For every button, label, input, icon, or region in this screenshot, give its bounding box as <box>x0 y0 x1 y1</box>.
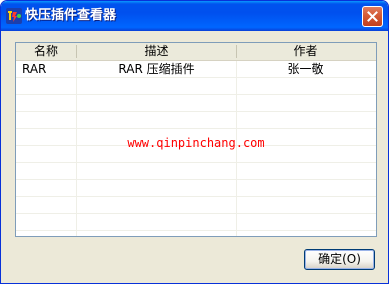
cell-name: RAR <box>22 62 47 76</box>
empty-row <box>16 78 376 95</box>
empty-row <box>16 214 376 231</box>
cell-author: 张一敬 <box>287 62 324 76</box>
close-button[interactable] <box>362 6 383 27</box>
column-header-description[interactable]: 描述 <box>77 43 236 60</box>
empty-row <box>16 197 376 214</box>
plugin-list[interactable]: 名称 描述 作者 RAR RAR 压缩插件 张一敬 www.qinpinchan… <box>15 42 377 237</box>
list-header: 名称 描述 作者 <box>16 43 376 61</box>
empty-row <box>16 163 376 180</box>
column-header-name[interactable]: 名称 <box>16 43 76 60</box>
ok-button[interactable]: 确定(O) <box>304 249 375 270</box>
empty-row <box>16 95 376 112</box>
watermark-text: www.qinpinchang.com <box>127 136 265 150</box>
plugin-viewer-window: 快压插件查看器 名称 描述 作者 RAR RAR 压缩插件 张一敬 www.qi… <box>0 0 389 284</box>
close-icon <box>367 11 378 22</box>
empty-row <box>16 180 376 197</box>
app-logo-icon <box>6 8 22 24</box>
title-bar[interactable]: 快压插件查看器 <box>1 1 388 31</box>
empty-row <box>16 112 376 129</box>
table-row[interactable]: RAR RAR 压缩插件 张一敬 <box>16 61 376 78</box>
window-title: 快压插件查看器 <box>25 8 117 23</box>
cell-description: RAR 压缩插件 <box>118 62 195 76</box>
column-header-author[interactable]: 作者 <box>237 43 374 60</box>
